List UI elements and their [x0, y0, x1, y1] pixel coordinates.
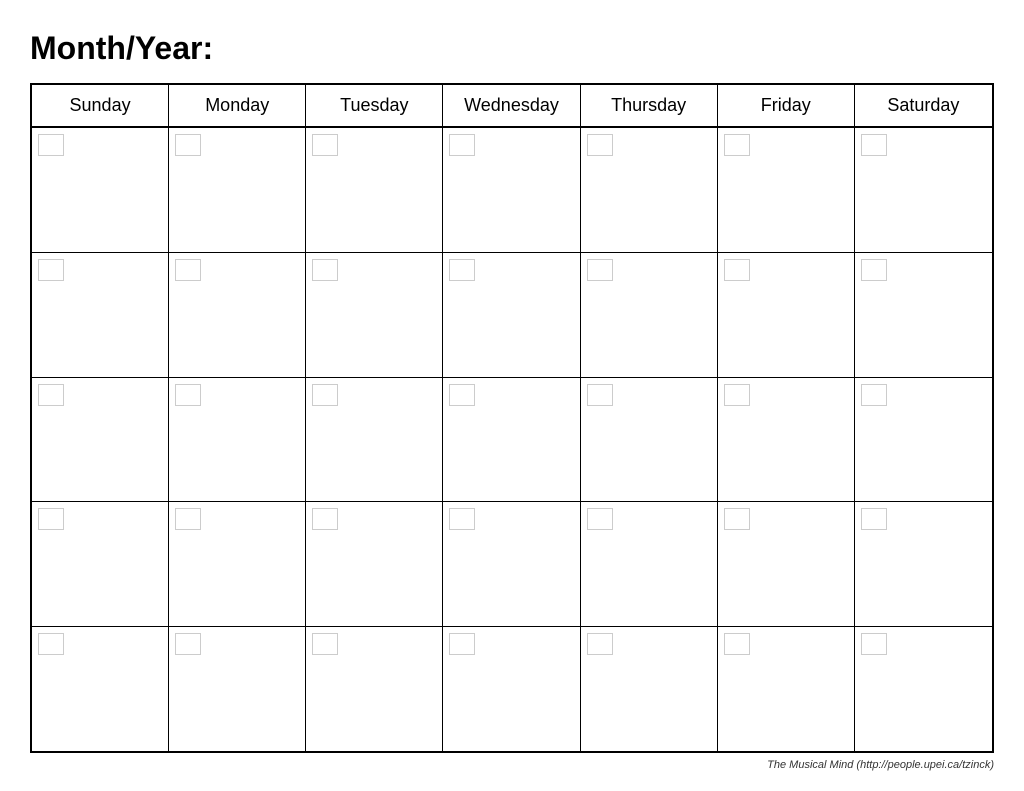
date-number-box: [312, 259, 338, 281]
calendar-row: [32, 502, 992, 627]
day-cell[interactable]: [32, 378, 169, 502]
day-header-tuesday: Tuesday: [306, 85, 443, 126]
day-cell[interactable]: [855, 502, 992, 626]
day-cell[interactable]: [855, 253, 992, 377]
date-number-box: [449, 134, 475, 156]
date-number-box: [38, 384, 64, 406]
day-cell[interactable]: [169, 627, 306, 751]
day-cell[interactable]: [32, 253, 169, 377]
day-cell[interactable]: [169, 378, 306, 502]
day-cell[interactable]: [169, 253, 306, 377]
date-number-box: [449, 508, 475, 530]
calendar-row: [32, 253, 992, 378]
day-cell[interactable]: [443, 378, 580, 502]
day-header-wednesday: Wednesday: [443, 85, 580, 126]
day-cell[interactable]: [306, 627, 443, 751]
day-cell[interactable]: [306, 253, 443, 377]
day-cell[interactable]: [855, 627, 992, 751]
date-number-box: [312, 384, 338, 406]
calendar-row: [32, 378, 992, 503]
day-cell[interactable]: [443, 502, 580, 626]
date-number-box: [587, 134, 613, 156]
calendar-row: [32, 128, 992, 253]
day-cell[interactable]: [581, 378, 718, 502]
day-cell[interactable]: [581, 253, 718, 377]
day-cell[interactable]: [169, 502, 306, 626]
date-number-box: [312, 508, 338, 530]
day-cell[interactable]: [855, 378, 992, 502]
date-number-box: [175, 259, 201, 281]
date-number-box: [38, 508, 64, 530]
day-cell[interactable]: [718, 253, 855, 377]
date-number-box: [724, 134, 750, 156]
date-number-box: [861, 508, 887, 530]
date-number-box: [587, 508, 613, 530]
date-number-box: [449, 384, 475, 406]
date-number-box: [587, 259, 613, 281]
date-number-box: [587, 633, 613, 655]
day-cell[interactable]: [32, 502, 169, 626]
day-cell[interactable]: [32, 128, 169, 252]
day-cell[interactable]: [581, 627, 718, 751]
date-number-box: [38, 259, 64, 281]
day-cell[interactable]: [855, 128, 992, 252]
day-cell[interactable]: [306, 378, 443, 502]
date-number-box: [312, 134, 338, 156]
calendar-row: [32, 627, 992, 751]
day-cell[interactable]: [718, 378, 855, 502]
date-number-box: [587, 384, 613, 406]
day-cell[interactable]: [32, 627, 169, 751]
date-number-box: [724, 259, 750, 281]
day-header-sunday: Sunday: [32, 85, 169, 126]
date-number-box: [175, 134, 201, 156]
day-header-friday: Friday: [718, 85, 855, 126]
calendar: SundayMondayTuesdayWednesdayThursdayFrid…: [30, 83, 994, 753]
date-number-box: [312, 633, 338, 655]
day-header-saturday: Saturday: [855, 85, 992, 126]
date-number-box: [724, 633, 750, 655]
date-number-box: [724, 384, 750, 406]
footer-credit: The Musical Mind (http://people.upei.ca/…: [30, 753, 994, 771]
day-cell[interactable]: [718, 502, 855, 626]
day-cell[interactable]: [306, 128, 443, 252]
day-cell[interactable]: [443, 627, 580, 751]
date-number-box: [861, 633, 887, 655]
day-cell[interactable]: [718, 627, 855, 751]
page-title: Month/Year:: [30, 30, 994, 67]
date-number-box: [724, 508, 750, 530]
date-number-box: [449, 633, 475, 655]
day-cell[interactable]: [581, 502, 718, 626]
date-number-box: [861, 134, 887, 156]
calendar-header: SundayMondayTuesdayWednesdayThursdayFrid…: [32, 85, 992, 128]
day-cell[interactable]: [306, 502, 443, 626]
date-number-box: [38, 633, 64, 655]
date-number-box: [175, 384, 201, 406]
date-number-box: [861, 259, 887, 281]
date-number-box: [861, 384, 887, 406]
date-number-box: [175, 633, 201, 655]
day-cell[interactable]: [443, 128, 580, 252]
date-number-box: [38, 134, 64, 156]
day-cell[interactable]: [718, 128, 855, 252]
day-cell[interactable]: [443, 253, 580, 377]
day-cell[interactable]: [581, 128, 718, 252]
date-number-box: [449, 259, 475, 281]
calendar-body: [32, 128, 992, 751]
day-header-monday: Monday: [169, 85, 306, 126]
date-number-box: [175, 508, 201, 530]
day-cell[interactable]: [169, 128, 306, 252]
day-header-thursday: Thursday: [581, 85, 718, 126]
